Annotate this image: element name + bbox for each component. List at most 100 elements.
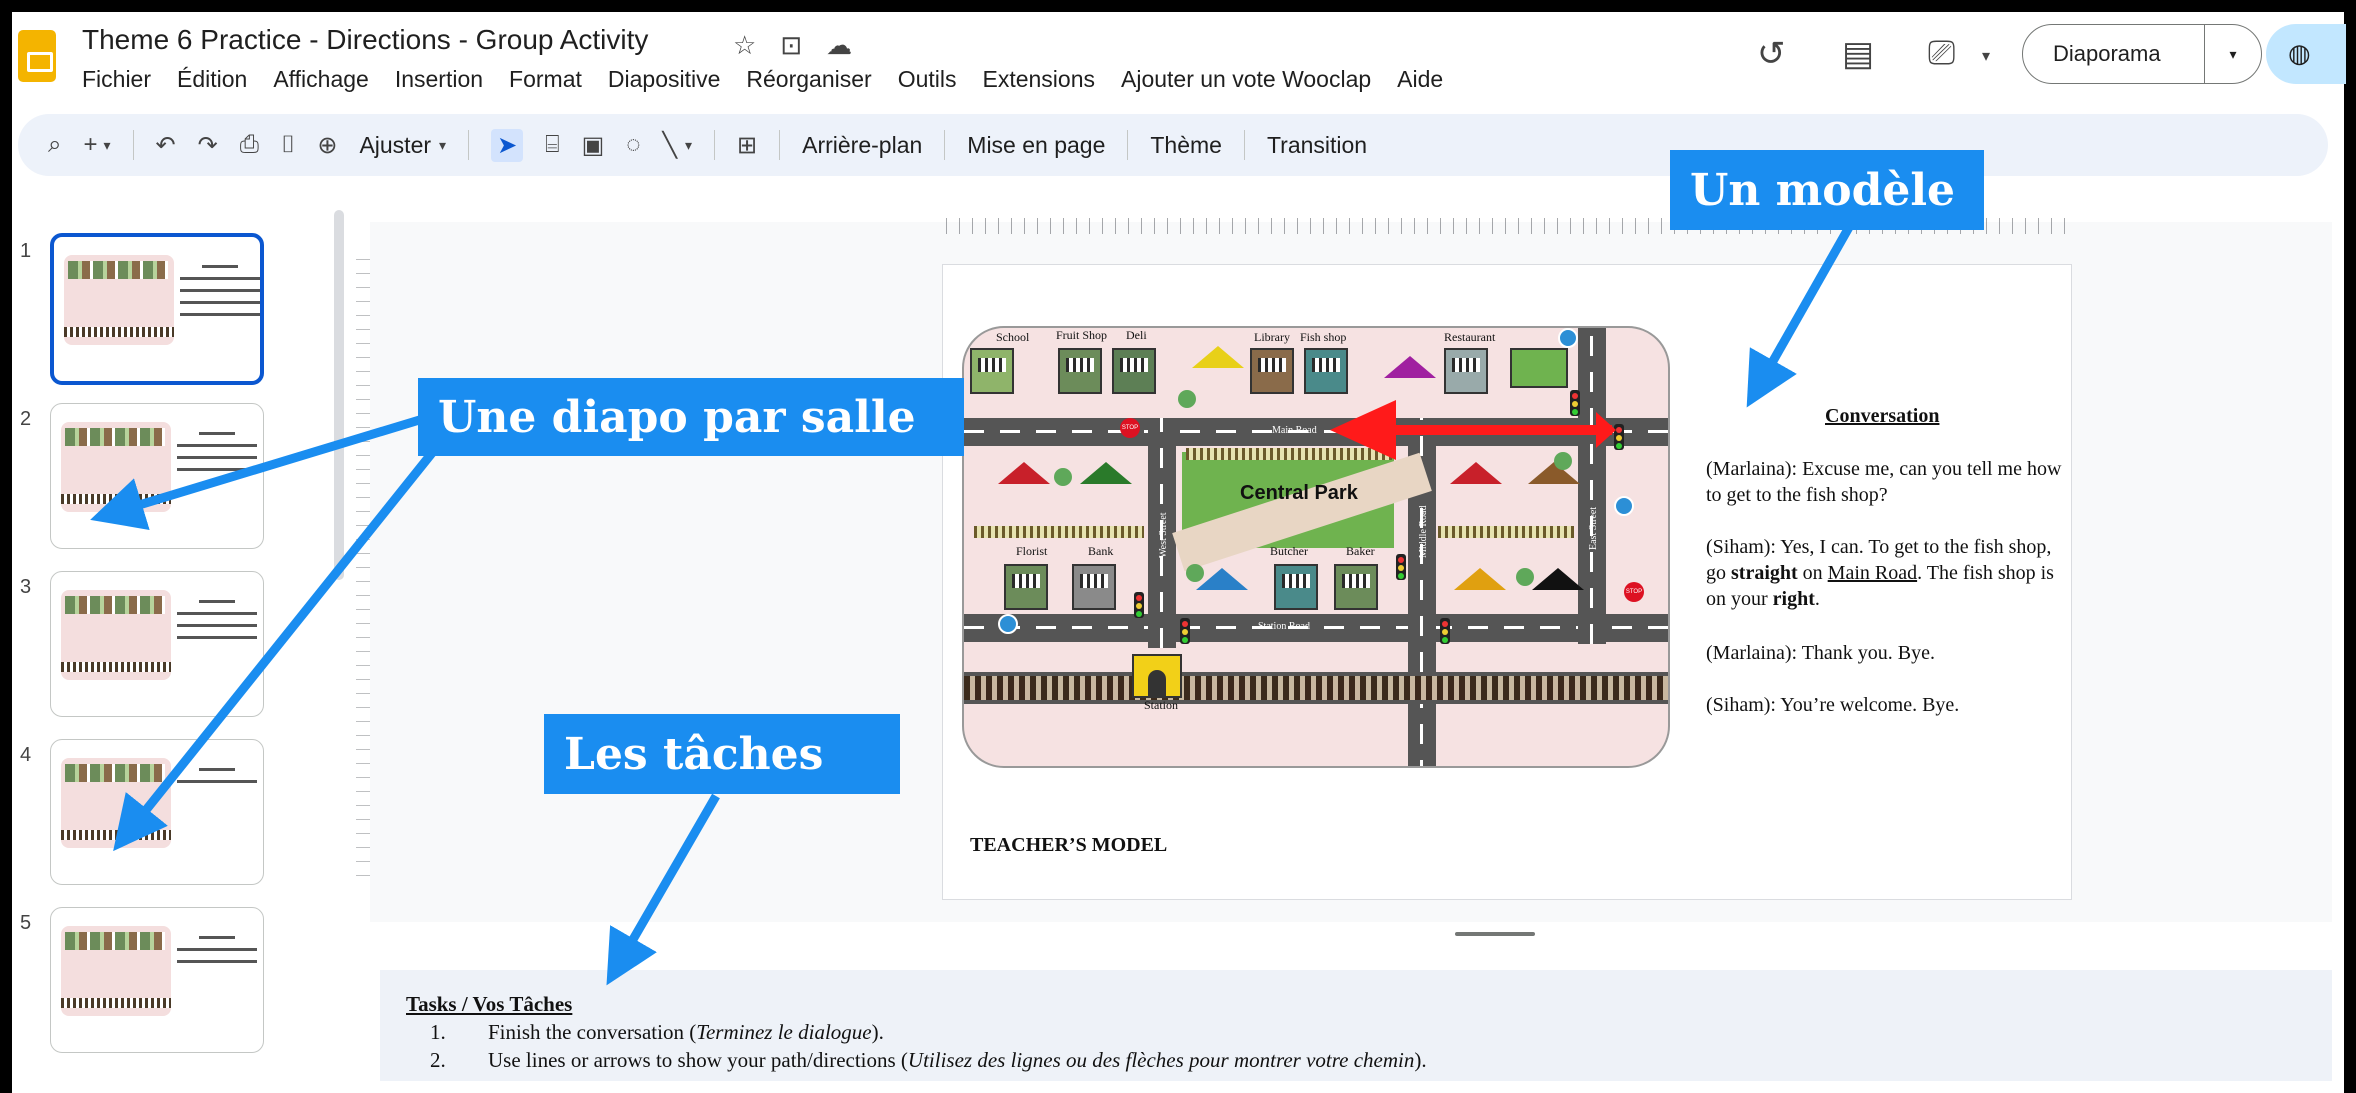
vertical-ruler — [356, 256, 370, 876]
toolbar-divider — [1243, 130, 1245, 160]
notes-list-item: 1. Finish the conversation (Terminez le d… — [430, 1020, 884, 1045]
red-house-roof — [998, 462, 1050, 484]
line-icon[interactable]: ╲ — [663, 131, 677, 160]
traffic-light — [1180, 618, 1190, 644]
bus-stop-sign — [998, 614, 1018, 634]
conversation-bold: right — [1772, 588, 1815, 610]
zoom-icon[interactable]: ⊕ — [317, 131, 337, 160]
menu-affichage[interactable]: Affichage — [273, 66, 368, 93]
share-button[interactable]: ◍ — [2266, 24, 2346, 84]
traffic-light — [1614, 424, 1624, 450]
middle-road-label: Middle Road — [1418, 505, 1429, 559]
background-button[interactable]: Arrière-plan — [802, 132, 922, 159]
thumbnail-text — [180, 265, 260, 325]
theme-button[interactable]: Thème — [1150, 132, 1222, 159]
conversation-underline: Main Road — [1827, 562, 1918, 584]
menu-edition[interactable]: Édition — [177, 66, 247, 93]
item-text: Use lines or arrows to show your path/di… — [488, 1048, 908, 1072]
menu-bar: Fichier Édition Affichage Insertion Form… — [82, 66, 1443, 93]
move-folder-icon[interactable]: ⊡ — [780, 30, 802, 61]
callout-tasks: Les tâches — [544, 714, 900, 794]
comments-icon[interactable]: ▤ — [1842, 34, 1874, 74]
redo-icon[interactable]: ↷ — [198, 131, 218, 160]
tree — [1554, 452, 1572, 470]
slide-thumbnail[interactable] — [50, 403, 264, 549]
line-caret-icon[interactable]: ▾ — [685, 137, 692, 154]
station-label: Station — [1144, 698, 1179, 712]
deli-building — [1112, 348, 1156, 394]
menu-wooclap[interactable]: Ajouter un vote Wooclap — [1121, 66, 1371, 93]
conversation-text: on — [1797, 562, 1828, 584]
black-house-roof — [1532, 568, 1584, 590]
traffic-light — [1440, 618, 1450, 644]
print-icon[interactable]: ⎙ — [240, 131, 259, 159]
menu-outils[interactable]: Outils — [898, 66, 957, 93]
main-road-label: Main Road — [1272, 425, 1317, 436]
slide-thumbnail[interactable] — [50, 571, 264, 717]
meet-icon[interactable]: ⎚ — [1928, 34, 1955, 73]
slide-number: 1 — [20, 240, 32, 262]
town-map-image[interactable]: School Fruit Shop Deli Library Fish shop… — [962, 326, 1670, 768]
filmstrip-scrollbar[interactable] — [334, 210, 344, 580]
slideshow-button[interactable]: Diaporama ▾ — [2022, 24, 2262, 84]
zoom-caret-icon[interactable]: ▾ — [439, 137, 446, 154]
shape-icon[interactable]: ◌ — [626, 131, 640, 159]
slideshow-dropdown-icon[interactable]: ▾ — [2205, 46, 2261, 63]
document-title[interactable]: Theme 6 Practice - Directions - Group Ac… — [82, 24, 648, 56]
new-slide-icon[interactable]: + — [83, 131, 97, 159]
speaker-notes-resize-handle[interactable] — [1455, 932, 1535, 936]
conversation-line: (Marlaina): Excuse me, can you tell me h… — [1706, 458, 2062, 506]
railway-track — [964, 672, 1668, 704]
history-icon[interactable]: ↺ — [1757, 34, 1786, 74]
bank-building — [1072, 564, 1116, 610]
zoom-select[interactable]: Ajuster — [359, 132, 431, 159]
item-number: 2. — [430, 1048, 446, 1072]
menu-insertion[interactable]: Insertion — [395, 66, 483, 93]
search-menus-icon[interactable]: ⌕ — [48, 131, 61, 159]
cloud-saved-icon[interactable]: ☁ — [826, 30, 852, 61]
slide-thumbnail[interactable] — [50, 233, 264, 385]
select-tool-icon[interactable]: ➤ — [491, 128, 524, 162]
layout-button[interactable]: Mise en page — [967, 132, 1105, 159]
notes-title: Tasks / Vos Tâches — [406, 992, 573, 1016]
menu-fichier[interactable]: Fichier — [82, 66, 151, 93]
menu-reorganiser[interactable]: Réorganiser — [746, 66, 871, 93]
menu-aide[interactable]: Aide — [1397, 66, 1443, 93]
undo-icon[interactable]: ↶ — [156, 131, 176, 160]
conversation-line: (Siham): Yes, I can. To get to the fish … — [1706, 534, 2068, 612]
paint-format-icon[interactable]: ⌷ — [281, 131, 295, 159]
library-building — [1250, 348, 1294, 394]
station-road-label: Station Road — [1258, 621, 1310, 632]
tree — [1054, 468, 1072, 486]
meet-caret-icon[interactable]: ▾ — [1982, 46, 1990, 66]
slides-logo-icon[interactable] — [18, 30, 56, 82]
menu-diapositive[interactable]: Diapositive — [608, 66, 721, 93]
conversation-title: Conversation — [1825, 405, 1940, 427]
textbox-icon[interactable]: ⌸ — [545, 131, 559, 159]
fence — [1438, 526, 1574, 538]
slideshow-label[interactable]: Diaporama — [2023, 25, 2205, 83]
toolbar-divider — [132, 130, 134, 160]
star-icon[interactable]: ☆ — [733, 30, 756, 61]
bus-stop-sign — [1558, 328, 1578, 348]
add-comment-icon[interactable]: ⊞ — [737, 131, 757, 160]
globe-icon: ◍ — [2288, 38, 2311, 68]
notes-list-item: 2. Use lines or arrows to show your path/… — [430, 1048, 1427, 1073]
stop-sign: STOP — [1624, 582, 1644, 602]
traffic-light — [1396, 554, 1406, 580]
conversation-line: (Siham): You’re welcome. Bye. — [1706, 694, 1960, 716]
library-label: Library — [1254, 330, 1290, 344]
traffic-light — [1570, 390, 1580, 416]
toolbar-divider — [714, 130, 716, 160]
station-road — [964, 614, 1668, 642]
new-slide-caret-icon[interactable]: ▾ — [103, 137, 110, 154]
yellow-house-roof — [1454, 568, 1506, 590]
menu-format[interactable]: Format — [509, 66, 582, 93]
toolbar-divider — [779, 130, 781, 160]
tree — [1178, 390, 1196, 408]
slide-thumbnail[interactable] — [50, 739, 264, 885]
menu-extensions[interactable]: Extensions — [982, 66, 1095, 93]
slide-thumbnail[interactable] — [50, 907, 264, 1053]
transition-button[interactable]: Transition — [1267, 132, 1367, 159]
image-icon[interactable]: ▣ — [582, 131, 605, 160]
